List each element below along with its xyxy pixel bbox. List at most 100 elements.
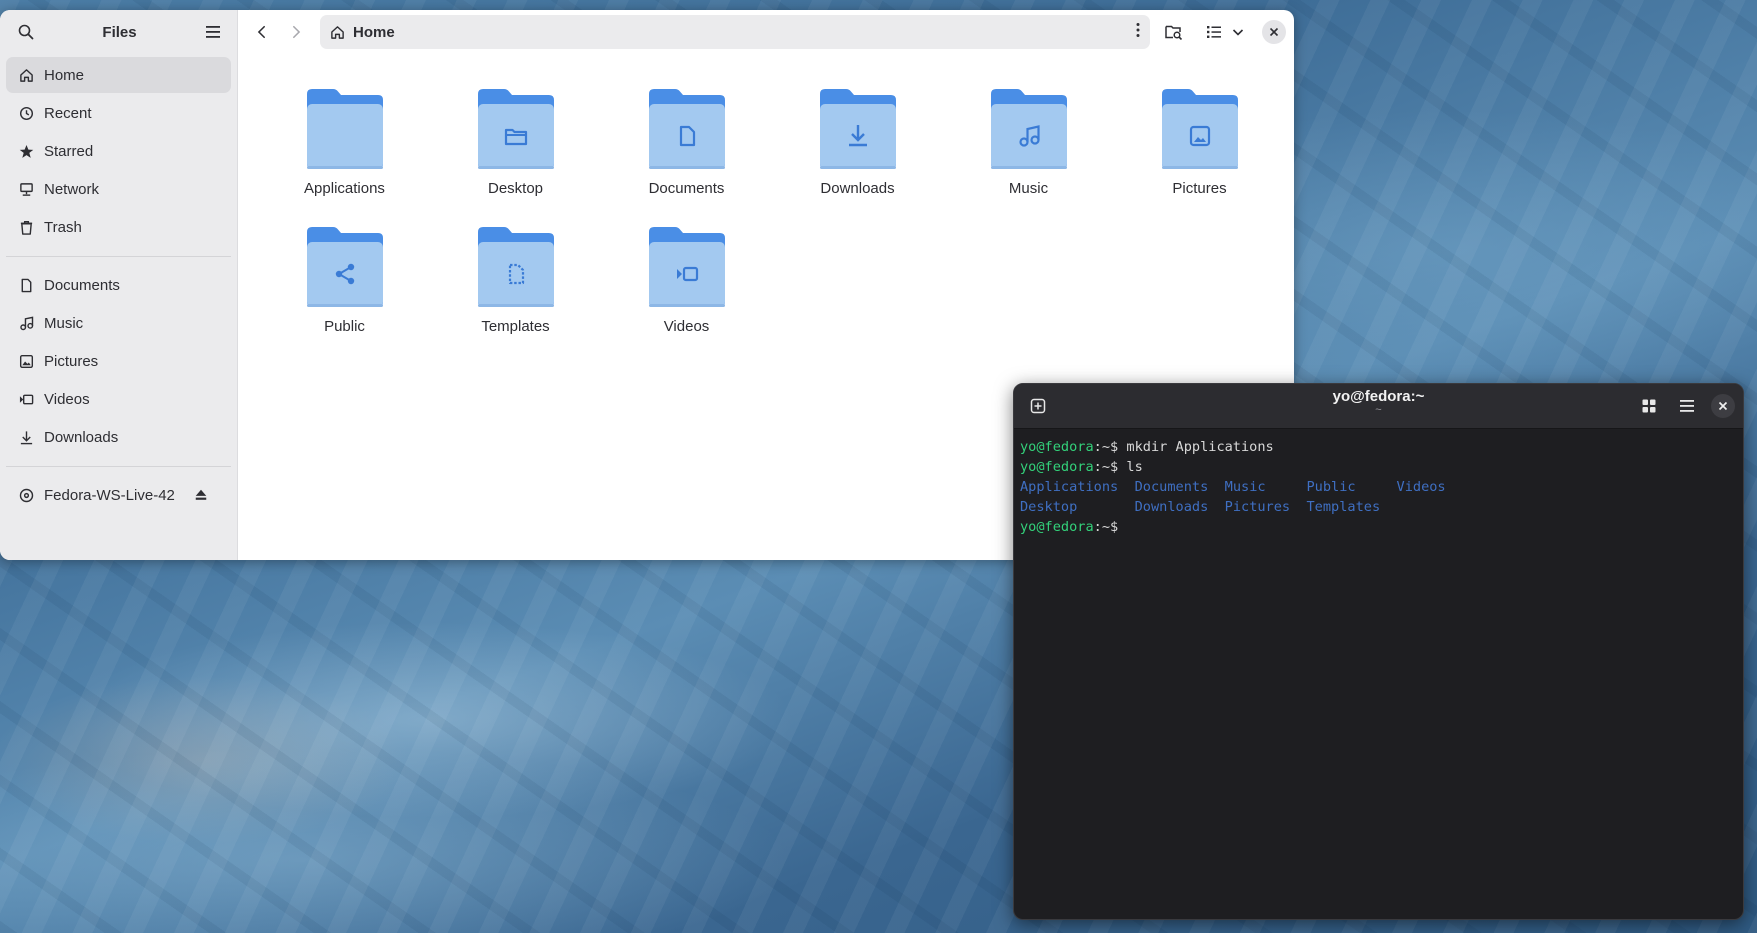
files-toolbar: Home: [238, 10, 1294, 54]
sidebar-item-label: Fedora-WS-Live-42: [44, 486, 175, 504]
command-text: ls: [1118, 459, 1143, 475]
picture-icon: [18, 353, 34, 369]
folder-pictures[interactable]: Pictures: [1114, 88, 1285, 226]
sidebar-item-label: Videos: [44, 390, 90, 408]
sidebar-item-trash[interactable]: Trash: [6, 209, 231, 245]
devices-list: Fedora-WS-Live-42: [0, 477, 237, 518]
home-icon: [18, 67, 34, 83]
search-button[interactable]: [12, 18, 40, 46]
command-text: mkdir Applications: [1118, 439, 1274, 455]
terminal-window: yo@fedora:~ ~ yo@fedora:~$ mkdir Applica…: [1013, 383, 1744, 920]
folder-icon: [648, 227, 725, 307]
home-icon: [331, 25, 344, 39]
kebab-menu-icon[interactable]: [1136, 22, 1140, 43]
folder-icon: [819, 89, 896, 169]
sidebar-item-downloads[interactable]: Downloads: [6, 419, 231, 455]
list-view-button[interactable]: [1200, 18, 1228, 46]
folder-label: Public: [324, 318, 365, 335]
sidebar-item-label: Home: [44, 66, 85, 84]
eject-icon[interactable]: [193, 487, 209, 503]
folder-icon: [477, 227, 554, 307]
terminal-line: yo@fedora:~$ mkdir Applications: [1020, 437, 1737, 457]
prompt-path: :~$: [1093, 459, 1119, 475]
places-list: Home Recent Starred Network Trash: [0, 54, 237, 250]
ls-entry: Videos: [1396, 479, 1446, 495]
clock-icon: [18, 105, 34, 121]
prompt-user: yo@fedora: [1020, 459, 1094, 475]
folder-downloads[interactable]: Downloads: [772, 88, 943, 226]
folder-label: Templates: [481, 318, 550, 335]
terminal-header: yo@fedora:~ ~: [1014, 384, 1743, 429]
list-view-icon: [1207, 26, 1221, 38]
chevron-left-icon: [257, 25, 265, 39]
new-tab-icon: [1030, 398, 1046, 414]
terminal-subtitle: ~: [1375, 404, 1382, 416]
folder-search-icon: [1165, 25, 1183, 40]
terminal-line: yo@fedora:~$: [1020, 517, 1737, 537]
folder-music[interactable]: Music: [943, 88, 1114, 226]
folder-public[interactable]: Public: [259, 226, 430, 364]
sidebar-divider: [6, 466, 231, 467]
folder-icon: [306, 89, 383, 169]
sidebar-title: Files: [102, 23, 137, 41]
folder-videos[interactable]: Videos: [601, 226, 772, 364]
chevron-right-icon: [293, 25, 301, 39]
view-options-button[interactable]: [1228, 18, 1248, 46]
close-icon: [1269, 27, 1279, 37]
ls-entry: Downloads: [1134, 499, 1209, 515]
video-icon: [18, 391, 34, 407]
ls-entry: Desktop: [1020, 499, 1078, 515]
terminal-output[interactable]: yo@fedora:~$ mkdir Applications yo@fedora…: [1014, 429, 1743, 545]
sidebar-item-network[interactable]: Network: [6, 171, 231, 207]
sidebar-header: Files: [0, 10, 237, 54]
folder-label: Music: [1008, 180, 1049, 197]
ls-output-row: Desktop Downloads Pictures Templates: [1020, 497, 1737, 517]
back-button[interactable]: [248, 18, 276, 46]
terminal-close-button[interactable]: [1711, 394, 1735, 418]
close-button[interactable]: [1262, 20, 1286, 44]
folder-icon: [306, 227, 383, 307]
sidebar-item-label: Recent: [44, 104, 92, 122]
sidebar-item-home[interactable]: Home: [6, 57, 231, 93]
download-icon: [18, 429, 34, 445]
folder-icon: [1161, 89, 1238, 169]
sidebar-item-music[interactable]: Music: [6, 305, 231, 341]
grid-icon: [1642, 399, 1656, 413]
folder-desktop[interactable]: Desktop: [430, 88, 601, 226]
ls-entry: Documents: [1134, 479, 1209, 495]
folder-documents[interactable]: Documents: [601, 88, 772, 226]
tab-overview-button[interactable]: [1635, 392, 1663, 420]
path-bar[interactable]: Home: [320, 15, 1150, 49]
search-folder-button[interactable]: [1160, 18, 1188, 46]
chevron-down-icon: [1232, 29, 1244, 36]
new-tab-button[interactable]: [1024, 392, 1052, 420]
folder-templates[interactable]: Templates: [430, 226, 601, 364]
sidebar-item-label: Pictures: [44, 352, 99, 370]
terminal-controls: [1635, 392, 1735, 420]
sidebar-item-label: Documents: [44, 276, 120, 294]
document-icon: [18, 277, 34, 293]
terminal-menu-button[interactable]: [1673, 392, 1701, 420]
ls-entry: Music: [1224, 479, 1266, 495]
path-label: Home: [353, 23, 395, 41]
sidebar-item-starred[interactable]: Starred: [6, 133, 231, 169]
sidebar-item-documents[interactable]: Documents: [6, 267, 231, 303]
trash-icon: [18, 219, 34, 235]
ls-entry: Public: [1306, 479, 1356, 495]
terminal-line: yo@fedora:~$ ls: [1020, 457, 1737, 477]
sidebar-item-fedora-live[interactable]: Fedora-WS-Live-42: [6, 477, 231, 513]
close-icon: [1718, 401, 1728, 411]
folder-applications[interactable]: Applications: [259, 88, 430, 226]
sidebar-item-label: Downloads: [44, 428, 119, 446]
sidebar-item-recent[interactable]: Recent: [6, 95, 231, 131]
sidebar-item-pictures[interactable]: Pictures: [6, 343, 231, 379]
ls-output-row: Applications Documents Music Public Vide…: [1020, 477, 1737, 497]
sidebar-divider: [6, 256, 231, 257]
folder-icon: [990, 89, 1067, 169]
forward-button[interactable]: [282, 18, 310, 46]
sidebar-item-videos[interactable]: Videos: [6, 381, 231, 417]
network-icon: [18, 181, 34, 197]
terminal-title-block: yo@fedora:~ ~: [1014, 388, 1743, 416]
music-icon: [18, 315, 34, 331]
main-menu-button[interactable]: [199, 18, 227, 46]
